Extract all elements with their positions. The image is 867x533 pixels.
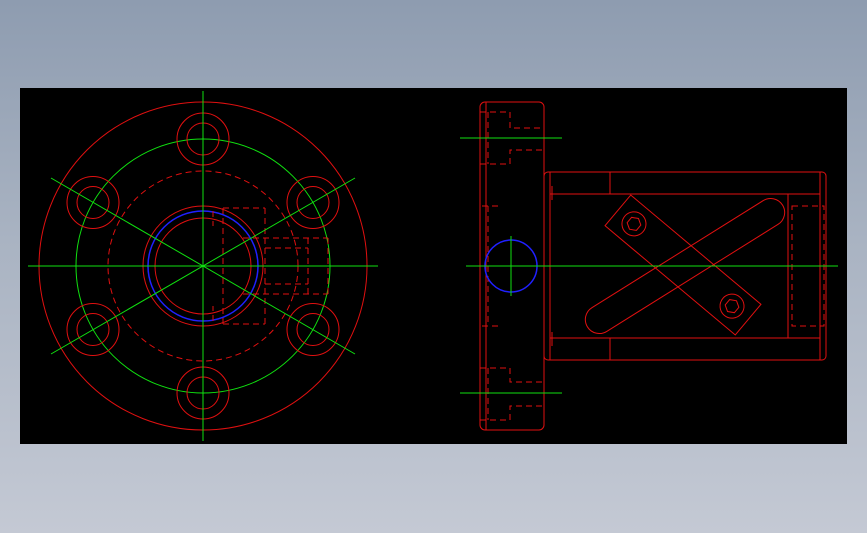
lever-arm xyxy=(604,194,762,336)
side-centerlines xyxy=(460,137,838,394)
cad-drawing xyxy=(28,91,838,441)
side-view xyxy=(460,101,838,431)
front-centerlines xyxy=(28,91,378,441)
bottom-bolt-hidden xyxy=(480,367,542,421)
front-view xyxy=(28,91,378,441)
cad-viewport[interactable] xyxy=(20,88,847,444)
